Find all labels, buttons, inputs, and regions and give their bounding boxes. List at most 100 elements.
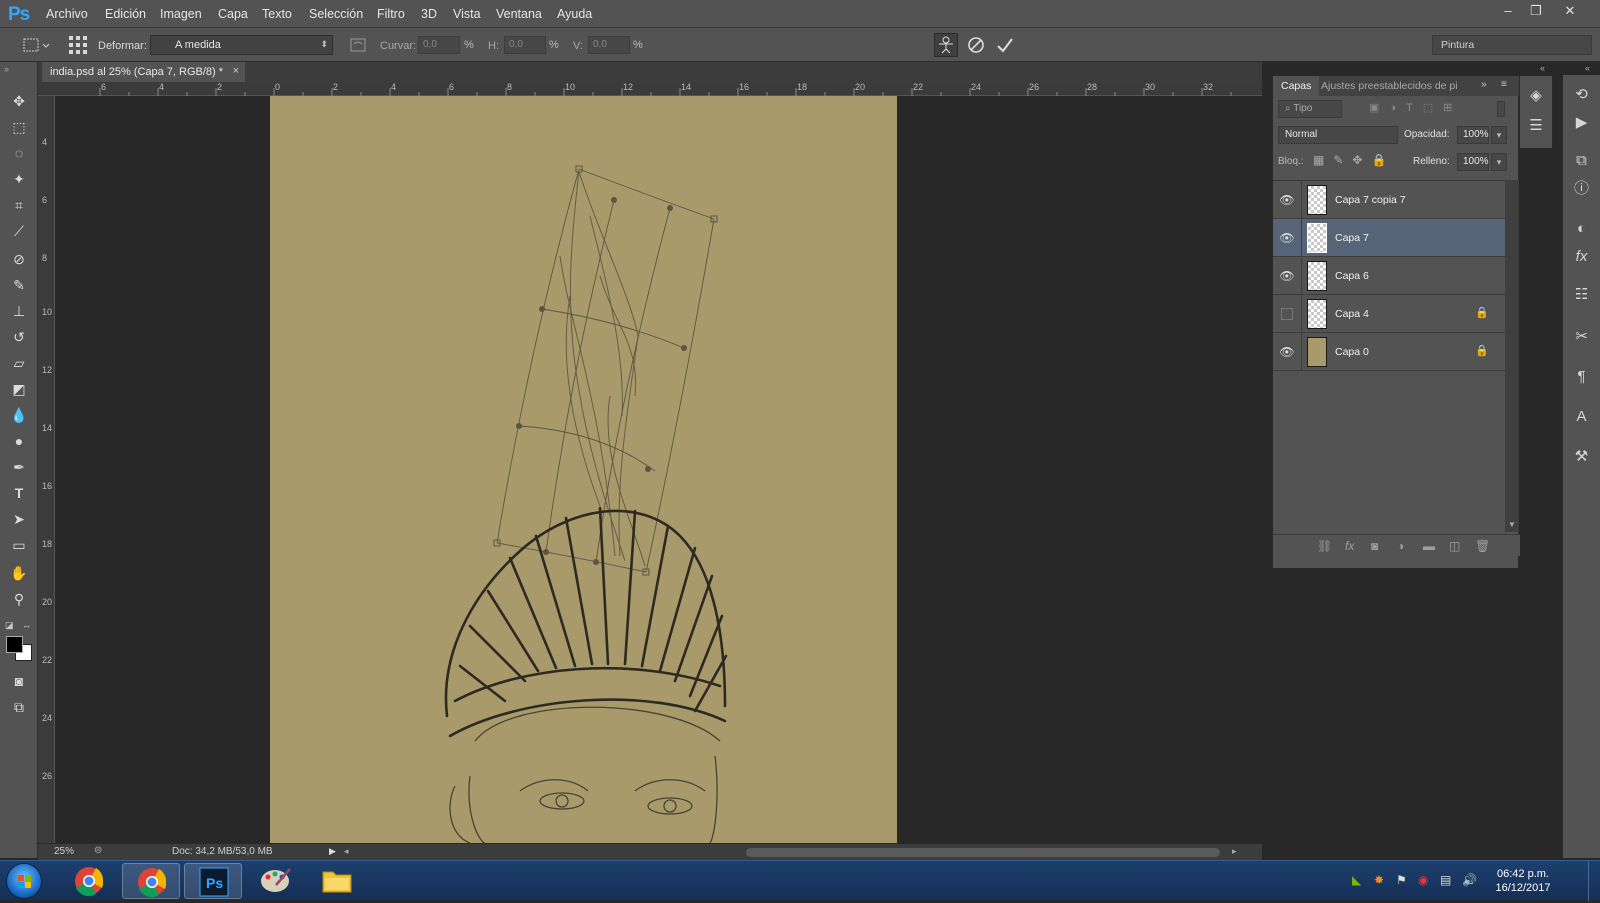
- tool-preset-picker[interactable]: [22, 37, 50, 53]
- default-colors-icon[interactable]: ◪: [5, 620, 14, 631]
- adjustment-layer-icon[interactable]: ◑: [1397, 539, 1404, 553]
- v-distort-input[interactable]: 0,0: [588, 36, 630, 54]
- layers-scrollbar[interactable]: ▼: [1505, 180, 1519, 532]
- panel-menu-icon[interactable]: ≡: [1501, 79, 1507, 90]
- bend-input[interactable]: 0,0: [418, 36, 460, 54]
- screen-mode-icon[interactable]: ⧉: [7, 696, 31, 718]
- eyedropper-tool-icon[interactable]: ⟋: [7, 220, 31, 242]
- healing-brush-tool-icon[interactable]: ⊘: [7, 248, 31, 270]
- menu-archivo[interactable]: Archivo: [46, 7, 88, 21]
- warp-grid-icon[interactable]: [68, 35, 88, 55]
- paragraph-panel-icon[interactable]: ¶: [1563, 363, 1600, 391]
- menu-ventana[interactable]: Ventana: [496, 7, 542, 21]
- layer-row[interactable]: 👁 Capa 6: [1273, 257, 1505, 295]
- layer-name[interactable]: Capa 0: [1335, 346, 1369, 358]
- clone-source-icon[interactable]: ⧉: [1563, 147, 1600, 175]
- layers-panel-icon[interactable]: ◈: [1520, 82, 1552, 110]
- layer-row[interactable]: Capa 4 🔒: [1273, 295, 1505, 333]
- add-mask-icon[interactable]: ◙: [1371, 539, 1378, 553]
- scroll-right-icon[interactable]: ▸: [1232, 846, 1237, 857]
- swap-colors-icon[interactable]: ↔: [22, 620, 31, 630]
- actions-panel-icon[interactable]: ▶: [1563, 109, 1600, 137]
- info-panel-icon[interactable]: ⓘ: [1563, 175, 1600, 203]
- commit-transform-icon[interactable]: [996, 36, 1014, 57]
- change-warp-orientation-icon[interactable]: [348, 36, 368, 57]
- magic-wand-tool-icon[interactable]: ✦: [7, 168, 31, 190]
- eye-icon[interactable]: 👁: [1279, 230, 1295, 246]
- collapse-toolbar-icon[interactable]: »: [4, 64, 9, 74]
- restore-button[interactable]: ❐: [1522, 2, 1550, 20]
- brush-tool-icon[interactable]: ✎: [7, 274, 31, 296]
- cancel-transform-icon[interactable]: [967, 36, 985, 57]
- puppet-warp-toggle[interactable]: [934, 33, 958, 57]
- scroll-down-icon[interactable]: ▼: [1508, 520, 1516, 529]
- new-group-icon[interactable]: ▬: [1423, 539, 1435, 553]
- show-desktop-button[interactable]: [1588, 861, 1600, 901]
- layer-row-selected[interactable]: 👁 Capa 7: [1273, 219, 1505, 257]
- paint-bucket-tool-icon[interactable]: ◩: [7, 378, 31, 400]
- expand-dock-icon[interactable]: «: [1585, 63, 1590, 73]
- opacity-input[interactable]: 100%: [1457, 126, 1489, 144]
- h-distort-input[interactable]: 0,0: [504, 36, 546, 54]
- proof-setup-icon[interactable]: ⊜: [94, 845, 102, 856]
- antivirus-tray-icon[interactable]: ◉: [1418, 873, 1428, 887]
- lock-options-icons[interactable]: ▦✎✥🔒: [1313, 153, 1395, 167]
- brush-presets-icon[interactable]: ✂: [1563, 323, 1600, 351]
- menu-capa[interactable]: Capa: [218, 7, 248, 21]
- menu-seleccion[interactable]: Selección: [309, 7, 363, 21]
- collapse-dock-icon[interactable]: «: [1540, 63, 1545, 73]
- tab-adjustment-presets[interactable]: Ajustes preestablecidos de pi: [1321, 80, 1477, 92]
- nvidia-tray-icon[interactable]: ◣: [1352, 873, 1361, 887]
- lasso-tool-icon[interactable]: ◌: [7, 142, 31, 164]
- tab-capas[interactable]: Capas: [1273, 76, 1320, 96]
- dodge-tool-icon[interactable]: ●: [7, 430, 31, 452]
- type-tool-icon[interactable]: T: [7, 482, 31, 504]
- menu-3d[interactable]: 3D: [421, 7, 437, 21]
- menu-ayuda[interactable]: Ayuda: [557, 7, 592, 21]
- marquee-tool-icon[interactable]: ⬚: [7, 116, 31, 138]
- layer-name[interactable]: Capa 6: [1335, 270, 1369, 282]
- rectangle-tool-icon[interactable]: ▭: [7, 534, 31, 556]
- zoom-tool-icon[interactable]: ⚲: [7, 588, 31, 610]
- styles-panel-icon[interactable]: fx: [1563, 243, 1600, 271]
- clone-stamp-tool-icon[interactable]: ⊥: [7, 300, 31, 322]
- trash-icon[interactable]: 🗑: [1475, 539, 1490, 553]
- taskbar-chrome[interactable]: [60, 863, 118, 899]
- layer-name[interactable]: Capa 4: [1335, 308, 1369, 320]
- eraser-tool-icon[interactable]: ▱: [7, 352, 31, 374]
- taskbar-photoshop[interactable]: Ps: [184, 863, 242, 899]
- layer-row[interactable]: 👁 Capa 7 copia 7: [1273, 181, 1505, 219]
- layer-name[interactable]: Capa 7: [1335, 232, 1369, 244]
- layer-filter-select[interactable]: ⌕ Tipo: [1278, 100, 1342, 118]
- start-button[interactable]: [6, 863, 42, 899]
- pen-tool-icon[interactable]: ✒: [7, 456, 31, 478]
- status-menu-arrow-icon[interactable]: ▶: [329, 846, 336, 857]
- new-layer-icon[interactable]: ◫: [1449, 539, 1460, 553]
- blur-tool-icon[interactable]: 💧: [7, 404, 31, 426]
- opacity-slider-toggle[interactable]: ▾: [1491, 126, 1507, 144]
- move-tool-icon[interactable]: ✥: [7, 90, 31, 112]
- minimize-button[interactable]: –: [1494, 2, 1522, 20]
- tool-presets-icon[interactable]: ⚒: [1563, 443, 1600, 471]
- crop-tool-icon[interactable]: ⌗: [7, 194, 31, 216]
- eye-icon[interactable]: 👁: [1279, 344, 1295, 360]
- horizontal-scrollbar[interactable]: [746, 848, 1220, 857]
- layer-name[interactable]: Capa 7 copia 7: [1335, 194, 1406, 206]
- menu-edicion[interactable]: Edición: [105, 7, 146, 21]
- vertical-ruler[interactable]: 4 6 8 10 12 14 16 18 20 22 24 26: [38, 96, 55, 843]
- taskbar-chrome-active[interactable]: [122, 863, 180, 899]
- history-panel-icon[interactable]: ⟲: [1563, 81, 1600, 109]
- properties-panel-icon[interactable]: ☰: [1520, 112, 1552, 140]
- layer-filter-icons[interactable]: ▣◑T⬚⊞: [1369, 101, 1462, 114]
- foreground-color-swatch[interactable]: [6, 636, 23, 653]
- workspace-select[interactable]: Pintura: [1432, 35, 1592, 55]
- close-document-icon[interactable]: ×: [233, 65, 239, 77]
- blend-mode-select[interactable]: Normal: [1278, 126, 1398, 144]
- network-tray-icon[interactable]: ▤: [1440, 873, 1451, 887]
- color-panel-icon[interactable]: ◐: [1563, 215, 1600, 243]
- volume-tray-icon[interactable]: 🔊: [1462, 873, 1477, 887]
- zoom-level[interactable]: 25%: [54, 846, 74, 857]
- menu-texto[interactable]: Texto: [262, 7, 292, 21]
- eye-icon[interactable]: 👁: [1279, 268, 1295, 284]
- avast-tray-icon[interactable]: ✸: [1374, 873, 1384, 887]
